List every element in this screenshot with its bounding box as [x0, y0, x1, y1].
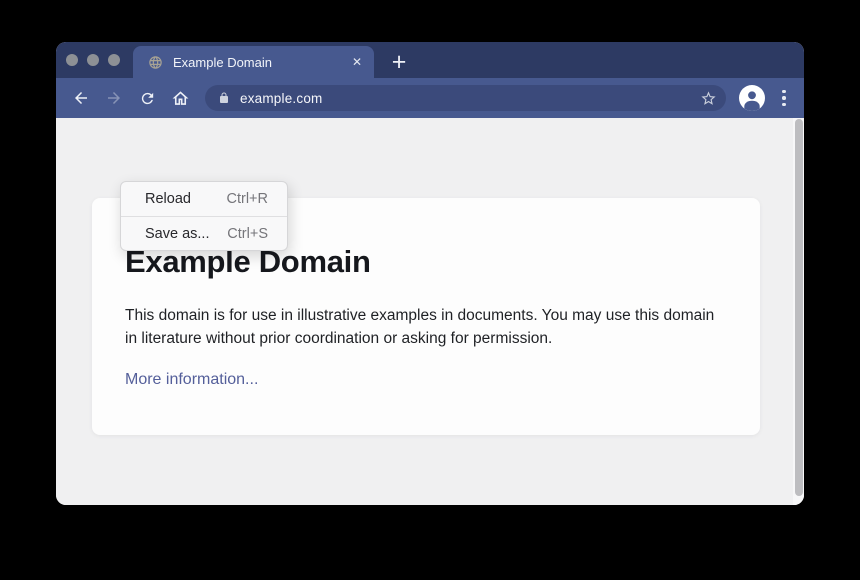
page-viewport: Example Domain This domain is for use in… [56, 118, 804, 505]
page-paragraph: This domain is for use in illustrative e… [125, 305, 721, 350]
menu-item-label: Reload [145, 191, 191, 207]
browser-window: Example Domain ✕ + [56, 42, 804, 505]
close-window-icon[interactable] [66, 54, 78, 66]
titlebar: Example Domain ✕ + [56, 42, 804, 78]
tab-favicon-globe-icon [148, 55, 163, 70]
url-text: example.com [240, 91, 322, 106]
bookmark-star-icon[interactable] [700, 90, 717, 107]
browser-toolbar: example.com [56, 78, 804, 118]
tab-close-icon[interactable]: ✕ [348, 53, 366, 71]
lock-icon [218, 92, 230, 104]
reload-icon[interactable] [134, 85, 160, 111]
tab-title: Example Domain [173, 55, 348, 70]
menu-item-shortcut: Ctrl+S [227, 226, 268, 242]
more-information-link[interactable]: More information... [125, 371, 258, 388]
back-icon[interactable] [68, 85, 94, 111]
browser-menu-kebab-icon[interactable] [776, 90, 792, 107]
menu-item-shortcut: Ctrl+R [227, 191, 269, 207]
new-tab-button[interactable]: + [384, 47, 414, 77]
context-menu-item-reload[interactable]: Reload Ctrl+R [121, 182, 287, 216]
context-menu-item-save-as[interactable]: Save as... Ctrl+S [121, 216, 287, 250]
maximize-window-icon[interactable] [108, 54, 120, 66]
scrollbar-thumb[interactable] [795, 119, 803, 496]
home-icon[interactable] [167, 85, 193, 111]
context-menu: Reload Ctrl+R Save as... Ctrl+S [120, 181, 288, 251]
traffic-lights [66, 54, 120, 66]
forward-icon[interactable] [101, 85, 127, 111]
profile-avatar-icon[interactable] [739, 85, 765, 111]
minimize-window-icon[interactable] [87, 54, 99, 66]
browser-tab[interactable]: Example Domain ✕ [133, 46, 374, 78]
menu-item-label: Save as... [145, 226, 209, 242]
address-bar[interactable]: example.com [205, 85, 726, 111]
